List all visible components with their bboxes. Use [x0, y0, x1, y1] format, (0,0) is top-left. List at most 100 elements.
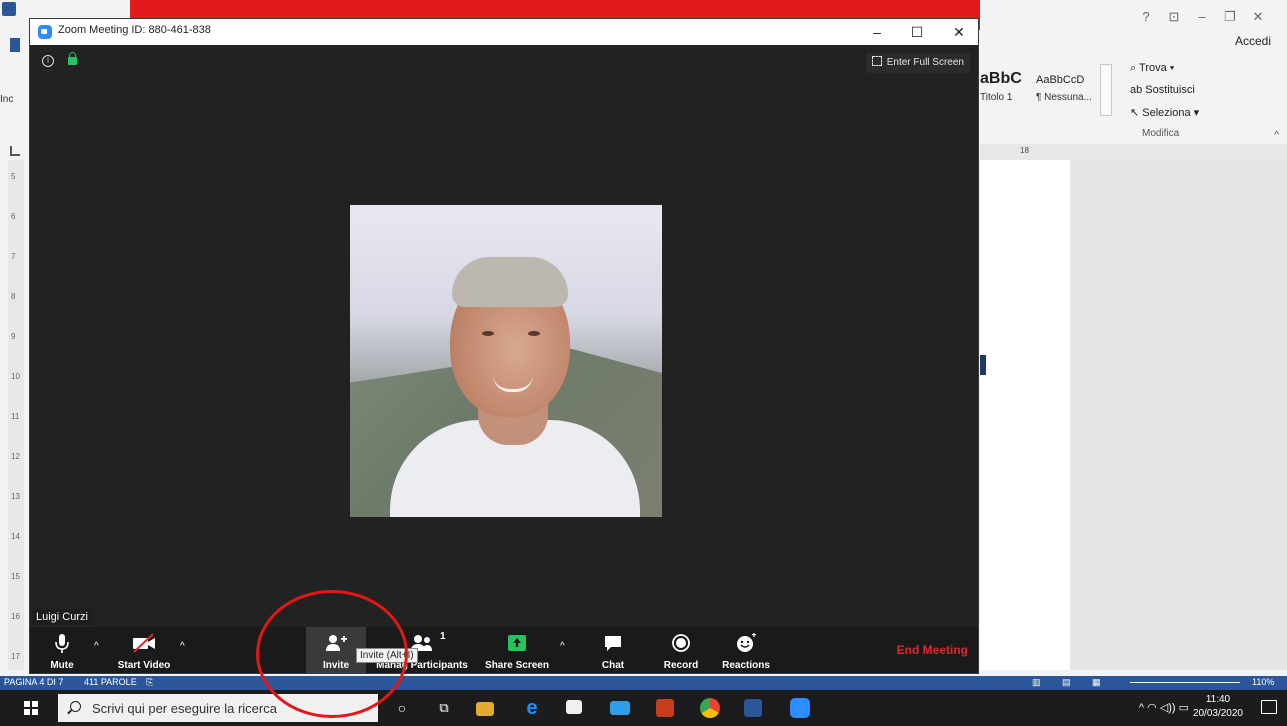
window-title: Zoom Meeting ID: 880-461-838 — [58, 24, 211, 36]
fullscreen-icon — [871, 56, 882, 66]
share-screen-icon — [508, 635, 526, 651]
share-screen-label: Share Screen — [485, 660, 549, 671]
chat-button[interactable]: Chat — [594, 627, 632, 673]
file-explorer-icon[interactable] — [476, 702, 494, 716]
mail-icon[interactable] — [610, 701, 630, 715]
word-taskbar-icon[interactable] — [744, 699, 762, 717]
video-options-chevron-up-icon[interactable]: ^ — [180, 641, 185, 652]
page-marker — [980, 355, 986, 375]
powerpoint-icon[interactable] — [656, 699, 674, 717]
participant-name-label: Luigi Curzi — [32, 609, 92, 625]
share-screen-button[interactable]: Share Screen — [482, 627, 552, 673]
ribbon-display-icon[interactable]: ⊡ — [1163, 6, 1185, 28]
minimize-icon[interactable]: – — [1191, 6, 1213, 28]
style-preview: AaBbCcD — [1036, 74, 1085, 86]
invite-tooltip: Invite (Alt+I) — [356, 648, 418, 663]
ribbon-group-label: Modifica — [1142, 128, 1180, 139]
status-words[interactable]: 411 PAROLE — [84, 677, 137, 687]
close-icon[interactable]: ✕ — [1247, 6, 1269, 28]
start-video-button[interactable]: Start Video — [112, 627, 176, 673]
mute-label: Mute — [50, 660, 74, 671]
zoom-logo-icon — [38, 25, 52, 39]
system-tray-icons[interactable]: ^ ◠ ◁)) ▭ — [1139, 701, 1189, 714]
zoom-percent[interactable]: 110% — [1252, 677, 1274, 687]
chat-label: Chat — [601, 660, 625, 671]
reactions-button[interactable]: Reactions — [718, 627, 774, 673]
audio-options-chevron-up-icon[interactable]: ^ — [94, 641, 99, 652]
word-app-icon — [2, 2, 16, 16]
find-button[interactable]: ⌕ Trova ▾ — [1130, 62, 1174, 75]
word-ribbon: aBbC Titolo 1 AaBbCcD ¶ Nessuna... ⌕ Tro… — [980, 52, 1287, 145]
participant-count: 1 — [440, 631, 446, 642]
word-title-controls: ? ⊡ – ❐ ✕ Accedi — [987, 0, 1287, 60]
smiley-icon — [737, 633, 756, 652]
word-document-page[interactable] — [980, 160, 1070, 670]
ruler-tick: 6 — [11, 212, 16, 221]
read-mode-icon[interactable]: ▥ — [1032, 677, 1041, 688]
styles-scroll[interactable] — [1100, 64, 1112, 116]
end-meeting-button[interactable]: End Meeting — [897, 643, 968, 657]
clock[interactable]: 11:40 20/03/2020 — [1193, 693, 1243, 721]
replace-icon: ab — [1130, 84, 1146, 96]
zoom-slider[interactable] — [1130, 682, 1240, 683]
taskbar-search-input[interactable]: Scrivi qui per eseguire la ricerca — [58, 694, 378, 722]
word-horizontal-ruler: 18 — [980, 144, 1287, 160]
search-placeholder: Scrivi qui per eseguire la ricerca — [92, 701, 277, 716]
print-layout-icon[interactable]: ▤ — [1062, 677, 1071, 688]
select-button[interactable]: ↖ Seleziona ▾ — [1130, 106, 1199, 119]
participant-video-tile[interactable] — [350, 205, 662, 517]
ruler-tick: 7 — [11, 252, 16, 261]
cursor-icon: ↖ — [1130, 107, 1143, 119]
share-options-chevron-up-icon[interactable]: ^ — [560, 641, 565, 652]
lock-icon[interactable] — [68, 52, 77, 65]
clock-time: 11:40 — [1205, 694, 1231, 705]
ruler-tick: 8 — [11, 292, 16, 301]
cortana-icon[interactable]: ○ — [390, 696, 414, 720]
binoculars-icon: ⌕ — [1130, 62, 1140, 74]
status-page[interactable]: PAGINA 4 DI 7 — [4, 677, 63, 687]
ruler-tick: 11 — [11, 412, 20, 421]
notification-icon[interactable] — [1261, 700, 1277, 714]
replace-button[interactable]: ab Sostituisci — [1130, 84, 1195, 96]
info-icon[interactable]: i — [42, 55, 54, 67]
style-name: ¶ Nessuna... — [1036, 92, 1092, 103]
edge-icon[interactable]: e — [520, 696, 544, 720]
ruler-tick: 10 — [11, 372, 20, 381]
chrome-icon[interactable] — [700, 698, 720, 718]
record-label: Record — [663, 660, 699, 671]
mute-button[interactable]: Mute — [44, 627, 80, 673]
maximize-icon[interactable]: ☐ — [906, 22, 928, 42]
enter-full-screen-button[interactable]: Enter Full Screen — [865, 53, 970, 73]
video-off-icon — [133, 633, 155, 653]
style-heading1[interactable]: aBbC Titolo 1 — [980, 70, 1032, 114]
web-layout-icon[interactable]: ▦ — [1092, 677, 1101, 688]
fullscreen-label: Enter Full Screen — [886, 57, 964, 68]
ruler-tick: 17 — [11, 652, 20, 661]
collapse-ribbon-icon[interactable]: ^ — [1274, 130, 1279, 141]
add-user-icon — [326, 635, 347, 651]
close-icon[interactable]: ✕ — [948, 22, 970, 42]
ruler-tick: 12 — [11, 452, 20, 461]
help-icon[interactable]: ? — [1135, 6, 1157, 28]
windows-start-icon[interactable] — [24, 701, 38, 715]
search-icon — [70, 701, 81, 712]
zoom-meeting-window: Zoom Meeting ID: 880-461-838 – ☐ ✕ i Ent… — [29, 18, 979, 674]
style-no-spacing[interactable]: AaBbCcD ¶ Nessuna... — [1036, 70, 1100, 114]
ruler-tick: 16 — [11, 612, 20, 621]
clock-date: 20/03/2020 — [1192, 708, 1243, 719]
task-view-icon[interactable]: ⧉ — [432, 696, 456, 720]
chat-icon — [605, 636, 621, 651]
meeting-toolbar: Mute ^ Start Video ^ Invite 1 Manag Part… — [30, 627, 978, 673]
sign-in-link[interactable]: Accedi — [1235, 34, 1271, 48]
record-button[interactable]: Record — [658, 627, 704, 673]
start-video-label: Start Video — [117, 660, 171, 671]
tab-selector-icon[interactable] — [10, 146, 20, 156]
proofing-icon[interactable]: ⎘ — [146, 677, 153, 688]
restore-icon[interactable]: ❐ — [1219, 6, 1241, 28]
replace-label: Sostituisci — [1145, 84, 1195, 96]
reactions-label: Reactions — [722, 660, 770, 671]
photo-eye — [528, 331, 540, 336]
store-icon[interactable] — [566, 700, 582, 714]
minimize-icon[interactable]: – — [866, 22, 888, 42]
zoom-taskbar-icon[interactable] — [790, 698, 810, 718]
